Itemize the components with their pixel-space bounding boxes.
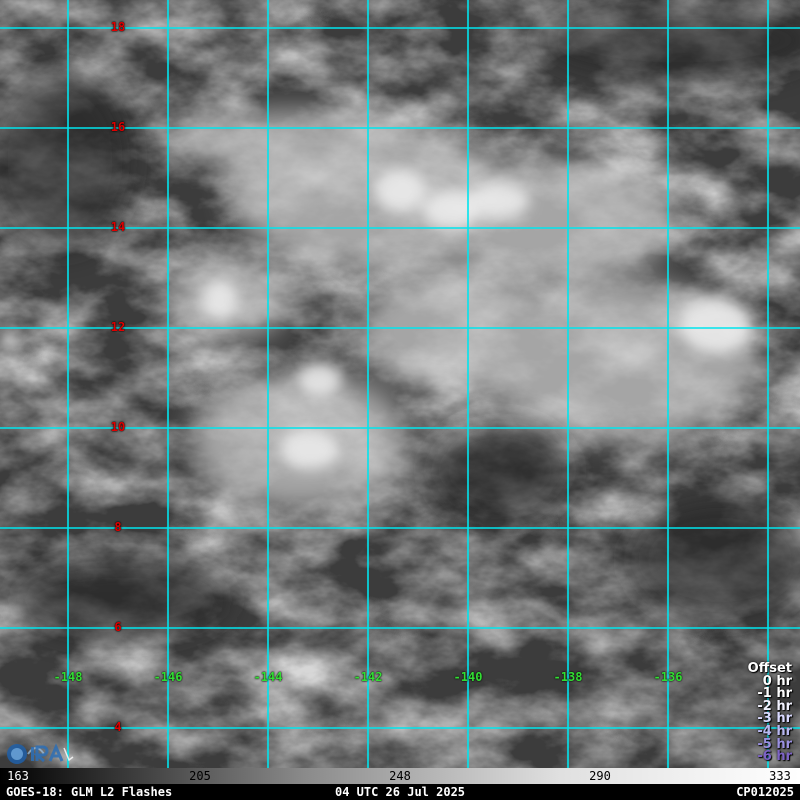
- latitude-label: 10: [110, 420, 126, 434]
- colorbar-label: 248: [389, 769, 411, 783]
- latitude-label: 12: [110, 320, 126, 334]
- latitude-label: 18: [110, 20, 126, 34]
- product-name: GOES-18: GLM L2 Flashes: [6, 785, 173, 799]
- longitude-label: -144: [253, 670, 283, 684]
- longitude-label: -148: [53, 670, 83, 684]
- offset-legend-item: -6 hr: [757, 749, 792, 765]
- footer-bar: GOES-18: GLM L2 Flashes 04 UTC 26 Jul 20…: [0, 784, 800, 800]
- colorbar-label: 290: [589, 769, 611, 783]
- satellite-map-view: 18 16 14 12 10 8 6 4 -148 -146 -144 -142…: [0, 0, 800, 800]
- latitude-label: 16: [110, 120, 126, 134]
- colorbar-label: 163: [7, 769, 29, 783]
- storm-id: CP012025: [736, 785, 794, 799]
- latitude-label: 14: [110, 220, 126, 234]
- temperature-colorbar: 163 205 248 290 333: [0, 768, 800, 784]
- offset-legend: Offset 0 hr -1 hr -2 hr -3 hr -4 hr -5 h…: [748, 662, 792, 765]
- latitude-label: 6: [114, 620, 122, 634]
- satellite-imagery: [0, 0, 800, 768]
- colorbar-label: 333: [769, 769, 791, 783]
- cira-logo-icon: [7, 743, 74, 764]
- latitude-label: 8: [114, 520, 122, 534]
- timestamp: 04 UTC 26 Jul 2025: [334, 785, 466, 799]
- longitude-label: -138: [553, 670, 583, 684]
- longitude-label: -136: [653, 670, 683, 684]
- colorbar-label: 205: [189, 769, 211, 783]
- latitude-label: 4: [114, 720, 122, 734]
- longitude-label: -140: [453, 670, 483, 684]
- longitude-label: -142: [353, 670, 383, 684]
- longitude-label: -146: [153, 670, 183, 684]
